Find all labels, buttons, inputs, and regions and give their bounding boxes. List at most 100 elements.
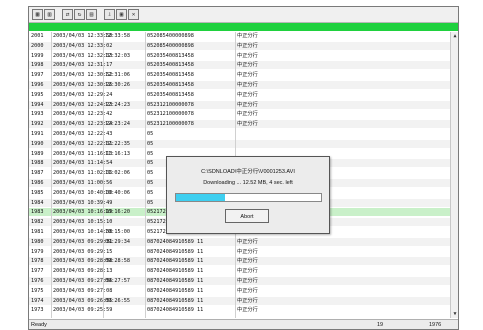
table-row[interactable]: 1997 2003/04/03 12:30:52 12:31:06 052035400… <box>29 71 450 79</box>
table-row[interactable]: 1976 2003/04/03 09:27:56 09:27:57 087024084… <box>29 277 450 285</box>
cell-name: 中正分行 <box>237 307 258 314</box>
cell-id: 1994 <box>31 101 44 108</box>
cell-name: 中正分行 <box>237 72 258 79</box>
scroll-down-icon[interactable]: ▼ <box>451 310 458 318</box>
cell-time2: 12:32:03 <box>105 52 130 59</box>
cell-id: 1974 <box>31 297 44 304</box>
cell-code: 087024084910589 11 <box>147 248 204 255</box>
close-icon[interactable]: ✕ <box>128 9 139 20</box>
cell-id: 2001 <box>31 33 44 39</box>
scroll-up-icon[interactable]: ▲ <box>451 32 458 40</box>
table-row[interactable]: 1980 2003/04/03 09:29:31 09:29:34 087024084… <box>29 237 450 246</box>
table-row[interactable]: 1975 2003/04/03 09:27:08 087024084910589 1… <box>29 287 450 295</box>
download-status: Downloading ... 12.52 MB, 4 sec. left <box>203 180 293 186</box>
cell-code: 05 <box>147 180 154 186</box>
table-row[interactable]: 1979 2003/04/03 09:29:15 087024084910589 1… <box>29 248 450 256</box>
cell-code: 087024084910589 11 <box>147 307 204 314</box>
cell-name: 中正分行 <box>237 121 258 128</box>
table-row[interactable]: 1996 2003/04/03 12:30:26 12:30:26 052035400… <box>29 81 450 89</box>
cell-code: 052035400813458 <box>147 72 194 79</box>
table-row[interactable]: 2001 2003/04/03 12:33:50 12:33:58 052085400… <box>29 32 450 40</box>
download-icon[interactable]: ⇩ <box>104 9 115 20</box>
cell-id: 1997 <box>31 72 44 79</box>
cell-name: 中正分行 <box>237 91 258 98</box>
cell-id: 1989 <box>31 150 44 157</box>
cell-name: 中正分行 <box>237 278 258 284</box>
table-row[interactable]: 1999 2003/04/03 12:32:03 12:32:03 052035400… <box>29 52 450 60</box>
cell-code: 052312100000078 <box>147 121 194 128</box>
table-row[interactable]: 1973 2003/04/03 09:25:59 087024084910589 1… <box>29 306 450 314</box>
download-progress-bar <box>175 193 322 202</box>
table-row[interactable]: 1991 2003/04/03 12:22:43 05 <box>29 130 450 138</box>
table-row[interactable]: 1993 2003/04/03 12:23:42 052312100000078 中正… <box>29 110 450 118</box>
table-row[interactable]: 1995 2003/04/03 12:29:24 052035400813458 中正… <box>29 91 450 99</box>
cell-name: 中正分行 <box>237 248 258 255</box>
cell-time2: 11:16:13 <box>105 150 130 157</box>
table-row[interactable]: 2000 2003/04/03 12:33:02 052085400000898 中正… <box>29 41 450 50</box>
cell-id: 1981 <box>31 229 44 235</box>
download-progress-fill <box>176 194 226 201</box>
cell-code: 052312100000078 <box>147 101 194 108</box>
cell-code: 087024084910589 11 <box>147 278 204 284</box>
cell-id: 1980 <box>31 238 44 245</box>
vertical-scrollbar[interactable]: ▲ ▼ <box>450 32 458 318</box>
cell-code: 087024084910589 11 <box>147 238 204 245</box>
connect-icon[interactable]: ⇄ <box>62 9 73 20</box>
cell-code: 052085400000898 <box>147 42 194 49</box>
cell-name: 中正分行 <box>237 238 258 245</box>
columns-icon[interactable]: ▥ <box>44 9 55 20</box>
cell-name: 中正分行 <box>237 111 258 118</box>
cell-code: 05 <box>147 131 154 137</box>
cell-code: 05 <box>147 150 154 157</box>
refresh-icon[interactable]: ↻ <box>74 9 85 20</box>
cell-code: 052035400813458 <box>147 91 194 98</box>
cell-code: 05 <box>147 140 154 147</box>
cell-time2: 12:23:24 <box>105 121 130 128</box>
cell-name: 中正分行 <box>237 52 258 59</box>
cell-name: 中正分行 <box>237 268 258 275</box>
cell-id: 1975 <box>31 287 44 294</box>
cell-time2: 10:40:06 <box>105 189 130 196</box>
cell-code: 087024084910589 11 <box>147 258 204 265</box>
cell-code: 052312100000078 <box>147 111 194 118</box>
cell-code: 05 <box>147 199 154 206</box>
cell-time2: 09:27:57 <box>105 278 130 284</box>
download-file-path: C:\SDNLOAD\中正分行\V0001253.AVI <box>201 169 295 175</box>
cell-code: 052035400813458 <box>147 82 194 88</box>
cell-id: 1988 <box>31 160 44 167</box>
cell-id: 1976 <box>31 278 44 284</box>
cell-code: 052035400813458 <box>147 62 194 69</box>
cell-id: 1973 <box>31 307 44 314</box>
grid-icon[interactable]: ▦ <box>32 9 43 20</box>
cell-name: 中正分行 <box>237 62 258 69</box>
cell-code: 052085400000898 <box>147 33 194 39</box>
toolbar: ▦ ▥ ⇄ ↻ ▤ ⇩ ▣ ✕ <box>29 7 458 23</box>
cell-name: 中正分行 <box>237 42 258 49</box>
cell-time2: 09:29:34 <box>105 238 130 245</box>
cell-time2: 12:31:06 <box>105 72 130 79</box>
cell-id: 1992 <box>31 121 44 128</box>
table-row[interactable]: 1994 2003/04/03 12:24:23 12:24:23 052312100… <box>29 100 450 109</box>
cell-time2: 11:02:06 <box>105 170 130 177</box>
column-divider <box>103 32 104 318</box>
table-row[interactable]: 1977 2003/04/03 09:28:13 087024084910589 1… <box>29 267 450 275</box>
export-icon[interactable]: ▣ <box>116 9 127 20</box>
abort-button[interactable]: Abort <box>225 209 269 223</box>
cell-code: 052035400813458 <box>147 52 194 59</box>
table-row[interactable]: 1998 2003/04/03 12:31:17 052035400813458 中正… <box>29 61 450 70</box>
table-row[interactable]: 1992 2003/04/03 12:23:24 12:23:24 052312100… <box>29 120 450 129</box>
table-icon[interactable]: ▤ <box>86 9 97 20</box>
cell-code: 087024084910589 11 <box>147 297 204 304</box>
cell-name: 中正分行 <box>237 82 258 88</box>
table-row[interactable]: 1978 2003/04/03 09:28:58 09:28:58 087024084… <box>29 257 450 266</box>
cell-id: 1982 <box>31 219 44 226</box>
cell-name: 中正分行 <box>237 33 258 39</box>
table-row[interactable]: 1974 2003/04/03 09:26:55 09:26:55 087024084… <box>29 296 450 305</box>
cell-time2: 12:33:58 <box>105 33 130 39</box>
cell-id: 1993 <box>31 111 44 118</box>
table-row[interactable]: 1990 2003/04/03 12:22:01 12:22:35 05 <box>29 139 450 148</box>
cell-name: 中正分行 <box>237 297 258 304</box>
cell-id: 1985 <box>31 189 44 196</box>
column-divider <box>51 32 52 318</box>
cell-name: 中正分行 <box>237 101 258 108</box>
